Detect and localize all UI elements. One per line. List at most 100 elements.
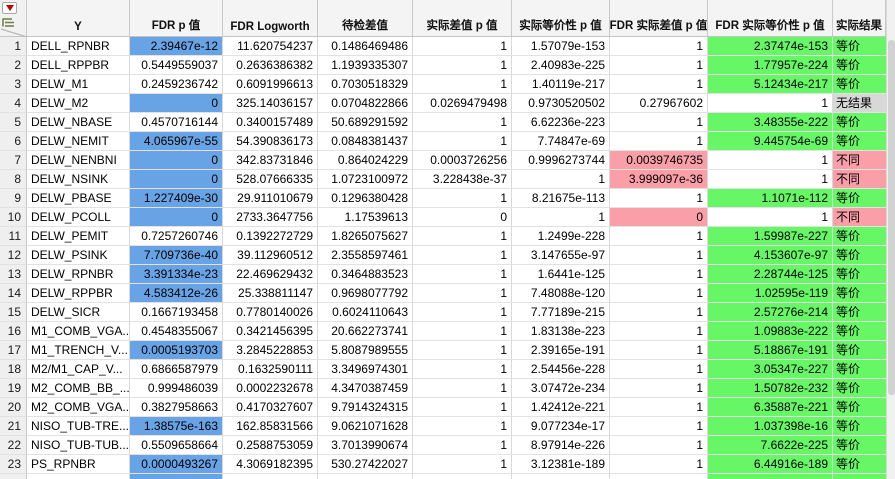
- cell-fdr-actual-equiv-p[interactable]: 1.50782e-232: [708, 379, 833, 398]
- cell-diff-to-test[interactable]: 50.689291592: [318, 113, 413, 132]
- cell-fdr-actual-diff-p[interactable]: 1: [610, 246, 708, 265]
- cell-actual-diff-p[interactable]: 1: [413, 113, 512, 132]
- cell-fdr-logworth[interactable]: 0.3400157489: [223, 113, 318, 132]
- cell-actual-equiv-p[interactable]: 6.62236e-223: [512, 113, 610, 132]
- row-number-cell[interactable]: 21: [0, 417, 27, 436]
- row-number-cell[interactable]: 22: [0, 436, 27, 455]
- cell-fdr-actual-equiv-p[interactable]: 1: [708, 151, 833, 170]
- cell-diff-to-test[interactable]: 530.27422027: [318, 455, 413, 474]
- cell-fdr-p[interactable]: 0.6866587979: [130, 360, 223, 379]
- cell-actual-diff-p[interactable]: 0.0269479498: [413, 94, 512, 113]
- cell-actual-diff-p[interactable]: 3.228438e-37: [413, 170, 512, 189]
- column-header-fdr-logworth[interactable]: FDR Logworth: [223, 0, 318, 36]
- cell-y[interactable]: PS_RPNBR: [27, 455, 130, 474]
- cell-fdr-logworth[interactable]: 0.7780140026: [223, 303, 318, 322]
- cell-y[interactable]: M2_COMB_VGA...: [27, 398, 130, 417]
- cell-actual-diff-p[interactable]: 1: [413, 132, 512, 151]
- cell-fdr-actual-equiv-p[interactable]: 6.35887e-221: [708, 398, 833, 417]
- cell-fdr-actual-equiv-p[interactable]: 1.1071e-112: [708, 189, 833, 208]
- cell-actual-equiv-p[interactable]: 3.12381e-189: [512, 455, 610, 474]
- cell-y[interactable]: DELW_PSINK: [27, 246, 130, 265]
- cell-actual-equiv-p[interactable]: 1.42412e-221: [512, 398, 610, 417]
- cell-fdr-logworth[interactable]: 342.83731846: [223, 151, 318, 170]
- row-number-cell[interactable]: 15: [0, 303, 27, 322]
- cell-fdr-actual-equiv-p[interactable]: 1: [708, 94, 833, 113]
- row-number-cell[interactable]: 18: [0, 360, 27, 379]
- row-number-cell[interactable]: 19: [0, 379, 27, 398]
- column-header-actual-diff-p[interactable]: 实际差值 p 值: [413, 0, 512, 36]
- cell-fdr-actual-diff-p[interactable]: 1: [610, 417, 708, 436]
- cell-diff-to-test[interactable]: 1.0723100972: [318, 170, 413, 189]
- cell-fdr-logworth[interactable]: 39.112960512: [223, 246, 318, 265]
- cell-actual-result[interactable]: 等价: [833, 303, 886, 322]
- cell-diff-to-test[interactable]: 4.3470387459: [318, 379, 413, 398]
- cell-diff-to-test[interactable]: 1.1939335307: [318, 56, 413, 75]
- cell-fdr-actual-diff-p[interactable]: 1: [610, 265, 708, 284]
- cell-actual-result[interactable]: 等价: [833, 246, 886, 265]
- cell-actual-result[interactable]: 等价: [833, 341, 886, 360]
- cell-fdr-logworth[interactable]: 0.2588753059: [223, 436, 318, 455]
- cell-diff-to-test[interactable]: 0.9698077792: [318, 284, 413, 303]
- cell-actual-result[interactable]: 等价: [833, 37, 886, 56]
- cell-fdr-actual-diff-p[interactable]: 1: [610, 56, 708, 75]
- cell-fdr-logworth[interactable]: 54.390836173: [223, 132, 318, 151]
- cell-actual-diff-p[interactable]: 1: [413, 303, 512, 322]
- cell-diff-to-test[interactable]: 9.0621071628: [318, 417, 413, 436]
- cell-fdr-logworth[interactable]: 0.4170327607: [223, 398, 318, 417]
- column-header-fdr-actual-equiv-p[interactable]: FDR 实际等价性 p 值: [708, 0, 833, 36]
- row-number-cell[interactable]: 8: [0, 170, 27, 189]
- cell-actual-result[interactable]: 无结果: [833, 94, 886, 113]
- cell-diff-to-test[interactable]: 0.0848381437: [318, 132, 413, 151]
- cell-fdr-actual-diff-p[interactable]: 1: [610, 398, 708, 417]
- row-number-cell[interactable]: 6: [0, 132, 27, 151]
- cell-actual-result[interactable]: 等价: [833, 360, 886, 379]
- cell-y[interactable]: M1_COMB_VGA...: [27, 322, 130, 341]
- cell-fdr-actual-diff-p[interactable]: 1: [610, 284, 708, 303]
- cell-fdr-actual-equiv-p[interactable]: 7.6622e-225: [708, 436, 833, 455]
- cell-diff-to-test[interactable]: 0.1486469486: [318, 37, 413, 56]
- cell-actual-result[interactable]: 等价: [833, 284, 886, 303]
- cell-fdr-actual-diff-p[interactable]: 0.27967602: [610, 94, 708, 113]
- cell-diff-to-test[interactable]: 1.8265075627: [318, 227, 413, 246]
- cell-actual-equiv-p[interactable]: 8.21675e-113: [512, 189, 610, 208]
- cell-fdr-p[interactable]: 0.2459236742: [130, 75, 223, 94]
- cell-actual-diff-p[interactable]: 1: [413, 265, 512, 284]
- cell-fdr-actual-equiv-p[interactable]: 2.28744e-125: [708, 265, 833, 284]
- cell-fdr-actual-equiv-p[interactable]: 2.37474e-153: [708, 37, 833, 56]
- cell-fdr-logworth[interactable]: 0.1392272729: [223, 227, 318, 246]
- cell-fdr-actual-equiv-p[interactable]: 6.44916e-189: [708, 455, 833, 474]
- cell-actual-equiv-p[interactable]: 3.07472e-234: [512, 379, 610, 398]
- cell-fdr-actual-diff-p[interactable]: 1: [610, 341, 708, 360]
- row-number-cell[interactable]: 2: [0, 56, 27, 75]
- cell-fdr-logworth[interactable]: 25.338811147: [223, 284, 318, 303]
- cell-fdr-logworth[interactable]: 0.2636386382: [223, 56, 318, 75]
- cell-actual-equiv-p[interactable]: 1.57079e-153: [512, 37, 610, 56]
- cell-fdr-p[interactable]: 0.4570716144: [130, 113, 223, 132]
- row-number-cell[interactable]: 20: [0, 398, 27, 417]
- row-number-cell[interactable]: 12: [0, 246, 27, 265]
- cell-diff-to-test[interactable]: 5.8087989555: [318, 341, 413, 360]
- cell-fdr-actual-equiv-p[interactable]: 5.18867e-191: [708, 341, 833, 360]
- cell-y[interactable]: DELW_NEMIT: [27, 132, 130, 151]
- cell-fdr-actual-diff-p[interactable]: 1: [610, 37, 708, 56]
- column-header-fdr-p[interactable]: FDR p 值: [130, 0, 223, 36]
- cell-fdr-actual-diff-p[interactable]: 1: [610, 113, 708, 132]
- cell-y[interactable]: DELW_PCOLL: [27, 208, 130, 227]
- cell-fdr-p[interactable]: 0.1667193458: [130, 303, 223, 322]
- cell-actual-result[interactable]: 等价: [833, 398, 886, 417]
- cell-actual-equiv-p[interactable]: 1: [512, 170, 610, 189]
- cell-actual-diff-p[interactable]: 1: [413, 398, 512, 417]
- cell-diff-to-test[interactable]: 3.3496974301: [318, 360, 413, 379]
- cell-actual-equiv-p[interactable]: 3.147655e-97: [512, 246, 610, 265]
- cell-actual-result[interactable]: 等价: [833, 417, 886, 436]
- column-header-y[interactable]: Y: [27, 0, 130, 36]
- cell-fdr-actual-diff-p[interactable]: 1: [610, 322, 708, 341]
- cell-y[interactable]: DELW_SICR: [27, 303, 130, 322]
- cell-y[interactable]: DELL_RPPBR: [27, 56, 130, 75]
- cell-actual-diff-p[interactable]: 1: [413, 189, 512, 208]
- cell-actual-diff-p[interactable]: 0.0003726256: [413, 151, 512, 170]
- cell-actual-result[interactable]: 等价: [833, 132, 886, 151]
- cell-actual-diff-p[interactable]: 1: [413, 284, 512, 303]
- cell-diff-to-test[interactable]: 0.3464883523: [318, 265, 413, 284]
- cell-fdr-actual-equiv-p[interactable]: 1.09883e-222: [708, 322, 833, 341]
